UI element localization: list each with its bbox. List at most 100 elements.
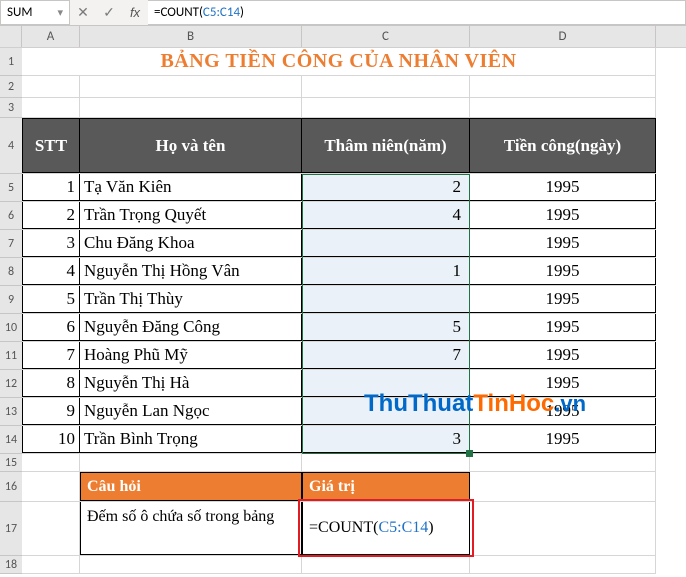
cell-wage[interactable]: 1995 (470, 286, 656, 313)
formula-result-cell[interactable]: =COUNT(C5:C14) (302, 502, 470, 555)
row-header[interactable]: 17 (0, 502, 22, 556)
col-header-D[interactable]: D (470, 26, 656, 47)
question-cell[interactable]: Đếm số ô chứa số trong bảng (80, 502, 302, 555)
cell-stt[interactable]: 8 (22, 370, 80, 397)
cell-stt[interactable]: 4 (22, 258, 80, 285)
row-header[interactable]: 11 (0, 342, 22, 370)
cell-wage[interactable]: 1995 (470, 174, 656, 201)
row-header[interactable]: 18 (0, 556, 22, 574)
row-header[interactable]: 1 (0, 48, 22, 76)
formula-prefix: =COUNT( (309, 517, 378, 539)
cell-years[interactable]: 4 (302, 202, 470, 229)
row-header[interactable]: 9 (0, 286, 22, 314)
cell-stt[interactable]: 7 (22, 342, 80, 369)
cell-name[interactable]: Nguyễn Thị Hồng Vân (80, 258, 302, 285)
cell[interactable] (22, 76, 80, 97)
cell-stt[interactable]: 3 (22, 230, 80, 257)
row-header[interactable]: 5 (0, 174, 22, 202)
cell-stt[interactable]: 10 (22, 426, 80, 453)
cell-name[interactable]: Trần Bình Trọng (80, 426, 302, 453)
cell[interactable] (302, 76, 470, 97)
cell-years[interactable]: 5 (302, 314, 470, 341)
cell[interactable] (302, 556, 470, 573)
select-all-corner[interactable] (0, 26, 22, 47)
cell-name[interactable]: Nguyễn Đăng Công (80, 314, 302, 341)
row-header[interactable]: 14 (0, 426, 22, 454)
cell-stt[interactable]: 6 (22, 314, 80, 341)
th-wage[interactable]: Tiền công(ngày) (470, 118, 656, 173)
cell-years[interactable]: 2 (302, 174, 470, 201)
cell-years[interactable] (302, 398, 470, 425)
cell-wage[interactable]: 1995 (470, 258, 656, 285)
question-header[interactable]: Câu hỏi (80, 472, 302, 501)
row-header[interactable]: 13 (0, 398, 22, 426)
cell-stt[interactable]: 9 (22, 398, 80, 425)
cell[interactable] (22, 502, 80, 555)
sheet: 1 2 3 4 5 6 7 8 9 10 11 12 13 14 15 16 1… (0, 48, 686, 574)
cell-name[interactable]: Tạ Văn Kiên (80, 174, 302, 201)
cell-stt[interactable]: 1 (22, 174, 80, 201)
formula-input[interactable]: =COUNT(C5:C14) (148, 0, 686, 25)
row-header[interactable]: 7 (0, 230, 22, 258)
cell-name[interactable]: Hoàng Phũ Mỹ (80, 342, 302, 369)
cell[interactable] (80, 556, 302, 573)
cell[interactable] (302, 454, 470, 471)
cell-name[interactable]: Trần Thị Thùy (80, 286, 302, 313)
cell-years[interactable]: 1 (302, 258, 470, 285)
cell-wage[interactable]: 1995 (470, 426, 656, 453)
cell-years[interactable] (302, 370, 470, 397)
cell-wage[interactable]: 1995 (470, 370, 656, 397)
cell-years[interactable]: 7 (302, 342, 470, 369)
cell[interactable] (22, 556, 80, 573)
col-header-C[interactable]: C (302, 26, 470, 47)
cell[interactable] (80, 76, 302, 97)
cell-wage[interactable]: 1995 (470, 314, 656, 341)
row-header[interactable]: 12 (0, 370, 22, 398)
cell-wage[interactable]: 1995 (470, 398, 656, 425)
table-row: 9Nguyễn Lan Ngọc 1995 (22, 398, 656, 426)
th-stt[interactable]: STT (22, 118, 80, 173)
row-header[interactable]: 3 (0, 98, 22, 118)
cell[interactable] (470, 472, 656, 501)
cell[interactable] (22, 472, 80, 501)
cell-wage[interactable]: 1995 (470, 230, 656, 257)
cell-name[interactable]: Nguyễn Lan Ngọc (80, 398, 302, 425)
cell-years[interactable] (302, 286, 470, 313)
th-name[interactable]: Họ và tên (80, 118, 302, 173)
row-header[interactable]: 16 (0, 472, 22, 502)
col-header-A[interactable]: A (22, 26, 80, 47)
value-header[interactable]: Giá trị (302, 472, 470, 501)
cell-wage[interactable]: 1995 (470, 202, 656, 229)
th-years[interactable]: Thâm niên(năm) (302, 118, 470, 173)
cell[interactable] (470, 454, 656, 471)
name-box[interactable]: SUM ▾ (0, 0, 70, 25)
row-header[interactable]: 4 (0, 118, 22, 174)
cell[interactable] (80, 98, 302, 117)
cancel-formula-icon[interactable]: ✕ (74, 4, 92, 22)
cell-stt[interactable]: 2 (22, 202, 80, 229)
cell[interactable] (470, 556, 656, 573)
cell[interactable] (470, 98, 656, 117)
cell[interactable] (80, 454, 302, 471)
col-header-B[interactable]: B (80, 26, 302, 47)
cell[interactable] (22, 454, 80, 471)
cell[interactable] (302, 98, 470, 117)
insert-function-icon[interactable]: fx (126, 4, 144, 22)
cell-name[interactable]: Chu Đăng Khoa (80, 230, 302, 257)
row-header[interactable]: 15 (0, 454, 22, 472)
row-header[interactable]: 6 (0, 202, 22, 230)
cell[interactable] (470, 76, 656, 97)
row-header[interactable]: 2 (0, 76, 22, 98)
cell[interactable] (470, 502, 656, 555)
enter-formula-icon[interactable]: ✓ (100, 4, 118, 22)
cell-years[interactable] (302, 230, 470, 257)
cell-stt[interactable]: 5 (22, 286, 80, 313)
cell-name[interactable]: Trần Trọng Quyết (80, 202, 302, 229)
cell-name[interactable]: Nguyễn Thị Hà (80, 370, 302, 397)
cell[interactable] (22, 98, 80, 117)
row-header[interactable]: 10 (0, 314, 22, 342)
cell-years[interactable]: 3 (302, 426, 470, 453)
row-header[interactable]: 8 (0, 258, 22, 286)
sheet-title[interactable]: BẢNG TIỀN CÔNG CỦA NHÂN VIÊN (22, 48, 656, 75)
cell-wage[interactable]: 1995 (470, 342, 656, 369)
